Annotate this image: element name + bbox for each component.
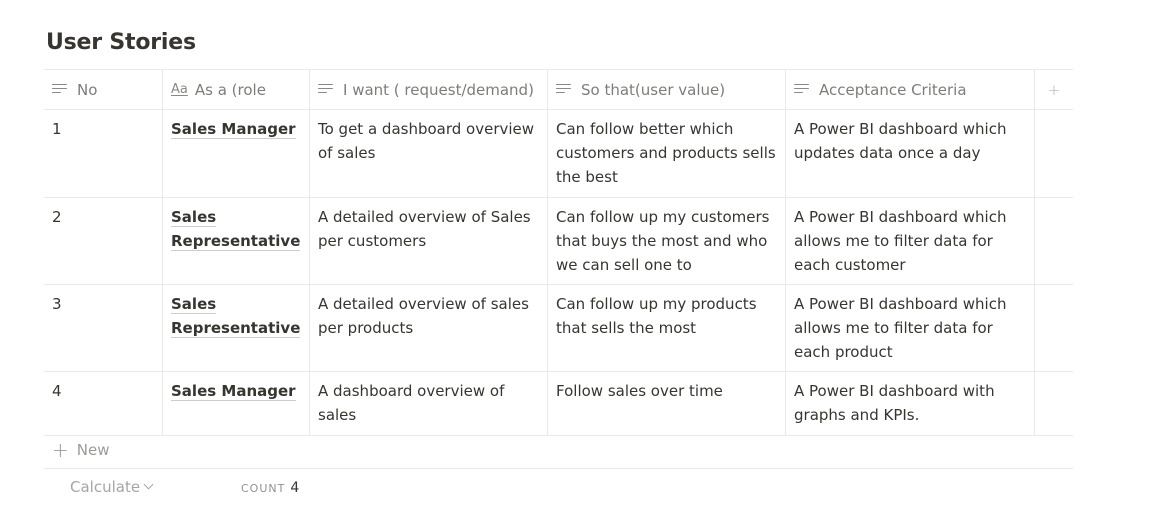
cell-want[interactable]: To get a dashboard overview of sales (310, 110, 548, 197)
role-link[interactable]: Sales Representative (171, 208, 301, 251)
text-lines-icon (318, 83, 334, 96)
table-row[interactable]: 4 Sales Manager A dashboard overview of … (44, 372, 1073, 436)
cell-so-that[interactable]: Can follow up my customers that buys the… (548, 198, 786, 284)
text-lines-icon (52, 83, 68, 96)
new-row-label: New (76, 440, 110, 459)
cell-empty (1035, 198, 1073, 284)
cell-acceptance-criteria[interactable]: A Power BI dashboard which allows me to … (786, 198, 1035, 284)
column-header-want[interactable]: I want ( request/demand) (310, 70, 548, 109)
table-row[interactable]: 2 Sales Representative A detailed overvi… (44, 198, 1073, 285)
table-row[interactable]: 1 Sales Manager To get a dashboard overv… (44, 110, 1073, 198)
table-row[interactable]: 3 Sales Representative A detailed overvi… (44, 285, 1073, 372)
role-link[interactable]: Sales Manager (171, 120, 296, 139)
column-header-so-that[interactable]: So that(user value) (548, 70, 786, 109)
text-lines-icon (794, 83, 810, 96)
title-aa-icon: Aa (171, 81, 188, 97)
cell-role[interactable]: Sales Manager (163, 372, 310, 435)
role-link[interactable]: Sales Manager (171, 382, 296, 401)
page-title: User Stories (46, 30, 196, 55)
column-header-label: So that(user value) (581, 80, 726, 99)
cell-role[interactable]: Sales Representative (163, 198, 310, 284)
count-label: COUNT (241, 482, 286, 495)
column-header-label: Acceptance Criteria (819, 80, 967, 99)
cell-want[interactable]: A dashboard overview of sales (310, 372, 548, 435)
add-column-button[interactable]: + (1035, 70, 1073, 109)
cell-acceptance-criteria[interactable]: A Power BI dashboard which updates data … (786, 110, 1035, 197)
calculate-dropdown[interactable]: Calculate (70, 478, 154, 496)
text-lines-icon (556, 83, 572, 96)
cell-so-that[interactable]: Follow sales over time (548, 372, 786, 435)
cell-empty (1035, 285, 1073, 371)
cell-role[interactable]: Sales Manager (163, 110, 310, 197)
cell-so-that[interactable]: Can follow up my products that sells the… (548, 285, 786, 371)
plus-icon: + (1047, 80, 1061, 99)
new-row-button[interactable]: + New (44, 431, 1073, 469)
calculate-label: Calculate (70, 478, 141, 496)
count-summary[interactable]: COUNT 4 (241, 480, 299, 496)
cell-no[interactable]: 4 (44, 372, 163, 435)
cell-empty (1035, 110, 1073, 197)
column-header-no[interactable]: No (44, 70, 163, 109)
cell-want[interactable]: A detailed overview of sales per product… (310, 285, 548, 371)
role-link[interactable]: Sales Representative (171, 295, 301, 338)
column-header-acceptance-criteria[interactable]: Acceptance Criteria (786, 70, 1035, 109)
cell-role[interactable]: Sales Representative (163, 285, 310, 371)
cell-want[interactable]: A detailed overview of Sales per custome… (310, 198, 548, 284)
column-header-label: As a (role (194, 80, 266, 99)
column-header-role[interactable]: Aa As a (role (163, 70, 310, 109)
cell-acceptance-criteria[interactable]: A Power BI dashboard which allows me to … (786, 285, 1035, 371)
cell-empty (1035, 372, 1073, 435)
column-header-label: I want ( request/demand) (343, 80, 534, 99)
chevron-down-icon (143, 479, 154, 489)
plus-icon: + (52, 437, 69, 462)
table-header-row: No Aa As a (role I want ( request/demand… (44, 69, 1073, 110)
count-value: 4 (290, 480, 300, 496)
database-table: No Aa As a (role I want ( request/demand… (44, 69, 1073, 436)
cell-acceptance-criteria[interactable]: A Power BI dashboard with graphs and KPI… (786, 372, 1035, 435)
cell-so-that[interactable]: Can follow better which customers and pr… (548, 110, 786, 197)
cell-no[interactable]: 2 (44, 198, 163, 284)
cell-no[interactable]: 1 (44, 110, 163, 197)
column-header-label: No (77, 80, 98, 99)
cell-no[interactable]: 3 (44, 285, 163, 371)
